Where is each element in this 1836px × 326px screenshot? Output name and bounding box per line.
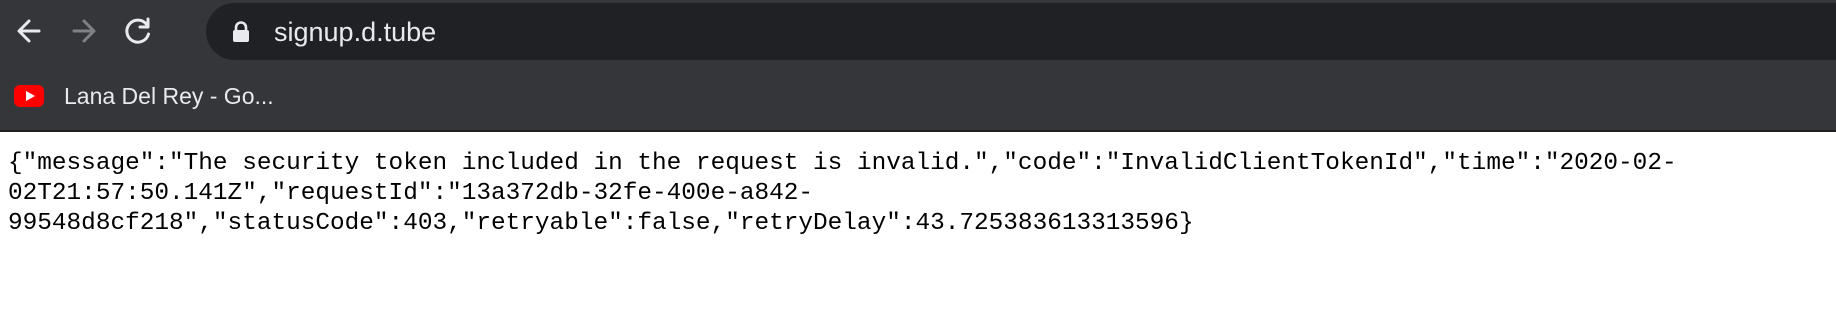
bookmarks-bar: Lana Del Rey - Go... [0, 62, 1836, 132]
youtube-icon [14, 85, 44, 107]
bookmark-label: Lana Del Rey - Go... [64, 82, 274, 109]
reload-button[interactable] [118, 11, 158, 51]
reload-icon [125, 17, 150, 44]
json-response-text: {"message":"The security token included … [8, 150, 1677, 237]
back-button[interactable] [9, 11, 49, 51]
forward-button[interactable] [64, 11, 104, 51]
lock-icon [233, 21, 249, 42]
arrow-left-icon [17, 19, 41, 43]
address-bar[interactable]: signup.d.tube [206, 3, 1836, 60]
arrow-right-icon [72, 19, 96, 43]
address-bar-url[interactable]: signup.d.tube [274, 17, 436, 47]
bookmark-item[interactable]: Lana Del Rey - Go... [14, 74, 274, 118]
browser-toolbar: signup.d.tube [0, 0, 1836, 62]
page-content: {"message":"The security token included … [0, 132, 1836, 326]
